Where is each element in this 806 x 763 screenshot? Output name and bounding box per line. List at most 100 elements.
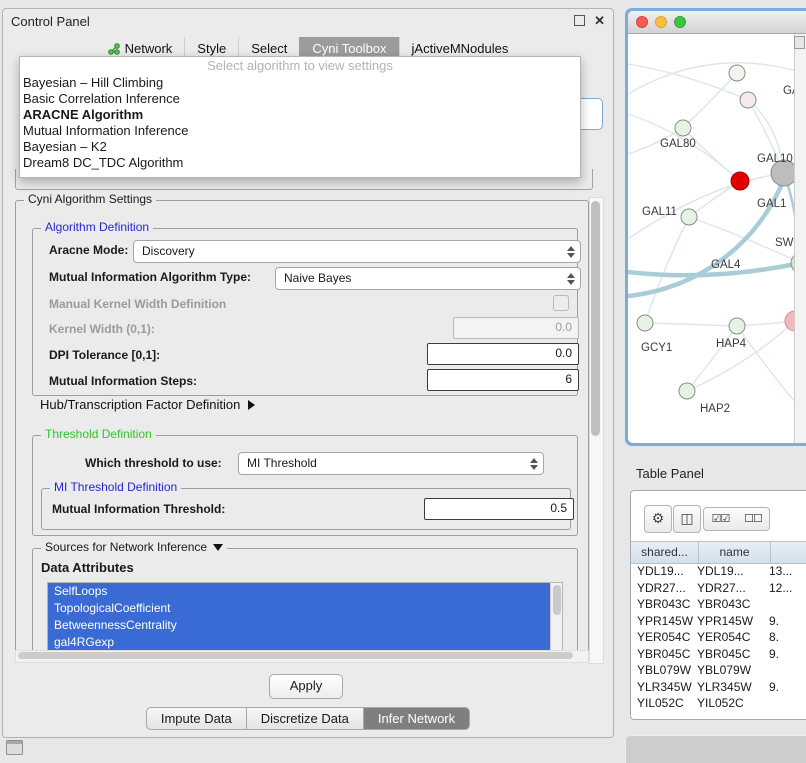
table-row[interactable]: YIL052CYIL052C [631,695,806,712]
tab-label: Network [125,41,173,56]
network-node[interactable] [729,65,745,81]
algorithm-option[interactable]: Bayesian – Hill Climbing [20,75,580,91]
column-header[interactable] [771,542,806,563]
combo-stepper-icon [567,246,575,258]
settings-vertical-scrollbar[interactable] [589,197,604,664]
algorithm-definition-group: Algorithm Definition Aracne Mode: Discov… [32,228,578,396]
minimize-traffic-light-icon[interactable] [655,16,667,28]
apply-button[interactable]: Apply [269,674,343,699]
combo-stepper-icon [567,273,575,285]
list-item[interactable]: SelfLoops [48,583,550,600]
settings-group-title: Cyni Algorithm Settings [24,192,156,206]
network-view-window: GAL GAL80 GAL10 GAL11 GAL1 SWI4 GAL4 GCY… [625,8,806,446]
table-row[interactable]: YER054CYER054C8. [631,629,806,646]
panel-dock-icon[interactable] [6,740,23,755]
network-node[interactable] [637,315,653,331]
settings-horizontal-scrollbar[interactable] [15,650,589,663]
table-row[interactable]: YDR27...YDR27...12... [631,580,806,597]
gear-icon[interactable]: ⚙ [644,505,672,533]
column-header[interactable]: shared... [631,542,699,563]
algorithm-option[interactable]: Dream8 DC_TDC Algorithm [20,155,580,171]
table-body: YDL19...YDL19...13... YDR27...YDR27...12… [631,563,806,719]
table-row[interactable]: YLR345WYLR345W9. [631,679,806,696]
data-attributes-label: Data Attributes [41,560,134,575]
algorithm-option[interactable]: Bayesian – K2 [20,139,580,155]
manual-kernel-label: Manual Kernel Width Definition [49,297,226,311]
mi-steps-label: Mutual Information Steps: [49,374,197,388]
which-threshold-label: Which threshold to use: [85,456,222,470]
table-row[interactable]: YDL19...YDL19...13... [631,563,806,580]
network-node[interactable] [729,318,745,334]
network-node-label: GAL1 [757,198,786,210]
kernel-width-field[interactable]: 0.0 [453,317,579,339]
tab-discretize-data[interactable]: Discretize Data [247,707,364,730]
table-row[interactable]: YBL079WYBL079W [631,662,806,679]
table-row[interactable]: YPR145WYPR145W9. [631,613,806,630]
hub-factor-toggle[interactable]: Hub/Transcription Factor Definition [40,397,255,412]
data-attributes-list: SelfLoops TopologicalCoefficient Between… [47,582,563,654]
network-node-label: HAP4 [716,338,747,350]
bottom-tab-bar: Impute Data Discretize Data Infer Networ… [3,707,613,730]
list-scrollbar[interactable] [550,583,562,653]
select-all-checkboxes-icon[interactable]: ☑☑ [703,507,738,531]
manual-kernel-checkbox[interactable] [553,295,569,311]
control-panel-window: Control Panel ✕ Network Style Select Cyn… [2,8,614,738]
mi-type-label: Mutual Information Algorithm Type: [49,270,251,284]
network-vertical-scrollbar[interactable] [794,34,806,443]
mi-threshold-label: Mutual Information Threshold: [52,502,225,516]
network-node-label: GCY1 [641,342,672,354]
tab-infer-network[interactable]: Infer Network [364,707,470,730]
network-node[interactable] [681,209,697,225]
network-node-red[interactable] [731,172,749,190]
bottom-right-panel-edge [625,735,806,763]
close-traffic-light-icon[interactable] [636,16,648,28]
list-item[interactable]: BetweennessCentrality [48,617,550,634]
mi-threshold-title: MI Threshold Definition [50,480,181,494]
network-node-label: HAP2 [700,403,730,415]
dropdown-placeholder: Select algorithm to view settings [20,57,580,75]
columns-icon[interactable]: ◫ [673,505,701,533]
which-threshold-combo[interactable]: MI Threshold [238,452,544,475]
algorithm-definition-title: Algorithm Definition [41,220,153,234]
network-node-label: GAL4 [711,259,741,271]
mi-type-combo[interactable]: Naive Bayes [275,267,581,290]
network-node-label: GAL10 [757,153,793,165]
network-node[interactable] [679,383,695,399]
chevron-down-icon [213,544,223,551]
zoom-traffic-light-icon[interactable] [674,16,686,28]
list-item[interactable]: TopologicalCoefficient [48,600,550,617]
network-node-label: GAL11 [642,206,677,218]
network-node[interactable] [740,92,756,108]
dpi-tolerance-field[interactable]: 0.0 [427,343,579,365]
float-panel-icon[interactable] [574,15,585,26]
sources-toggle[interactable]: Sources for Network Inference [41,540,227,554]
algorithm-option[interactable]: Mutual Information Inference [20,123,580,139]
deselect-all-checkboxes-icon[interactable]: ☐☐ [737,507,770,531]
network-node[interactable] [675,120,691,136]
list-item[interactable]: gal4RGexp [48,634,550,651]
aracne-mode-combo[interactable]: Discovery [133,240,581,263]
chevron-right-icon [248,400,255,410]
network-node-labels: GAL GAL80 GAL10 GAL11 GAL1 SWI4 GAL4 GCY… [641,85,806,415]
tab-impute-data[interactable]: Impute Data [146,707,247,730]
table-panel-title: Table Panel [636,466,704,481]
threshold-definition-group: Threshold Definition Which threshold to … [32,435,578,536]
combo-stepper-icon [530,458,538,470]
close-icon[interactable]: ✕ [594,15,605,26]
kernel-width-label: Kernel Width (0,1): [49,322,155,336]
dpi-tolerance-label: DPI Tolerance [0,1]: [49,348,160,362]
network-icon [108,43,120,55]
algorithm-option-selected[interactable]: ARACNE Algorithm [20,107,580,123]
table-row[interactable]: YBR045CYBR045C9. [631,646,806,663]
threshold-definition-title: Threshold Definition [41,427,156,441]
network-scrollbar-button[interactable] [794,36,805,49]
table-row[interactable]: YBR043CYBR043C [631,596,806,613]
network-node-label: GAL80 [660,138,696,150]
column-header[interactable]: name [699,542,771,563]
table-header-row: shared... name [631,541,806,564]
mi-steps-field[interactable]: 6 [427,369,579,391]
mi-threshold-field[interactable]: 0.5 [424,498,574,520]
algorithm-dropdown-popup: Select algorithm to view settings Bayesi… [19,56,581,178]
algorithm-option[interactable]: Basic Correlation Inference [20,91,580,107]
mi-threshold-group: MI Threshold Definition Mutual Informati… [41,488,571,530]
